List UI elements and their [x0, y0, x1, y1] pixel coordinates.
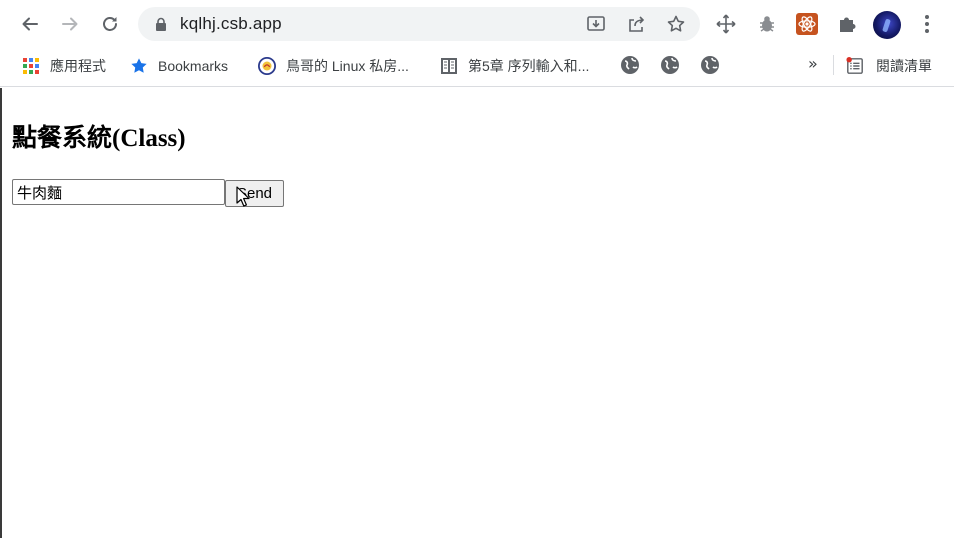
bookmark-bookmarks[interactable]: Bookmarks: [130, 55, 228, 77]
back-button[interactable]: [16, 10, 44, 38]
menu-kebab-icon[interactable]: [915, 12, 939, 36]
globe-icon[interactable]: [620, 55, 640, 75]
bookmark-label: 鳥哥的 Linux 私房...: [286, 58, 409, 74]
reload-icon: [103, 17, 117, 31]
bookmark-apps[interactable]: 應用程式: [22, 55, 106, 77]
send-button[interactable]: Send: [225, 180, 284, 207]
bookmarks-overflow-chevron[interactable]: »: [808, 54, 818, 73]
globe-icon[interactable]: [660, 55, 680, 75]
bookmark-vbird[interactable]: 鳥哥的 Linux 私房...: [258, 55, 409, 77]
reading-list-label: 閱讀清單: [876, 58, 932, 74]
book-icon: [440, 57, 458, 75]
reading-list-button[interactable]: 閱讀清單: [846, 55, 932, 77]
bookmark-chapter5[interactable]: 第5章 序列輸入和...: [440, 55, 589, 77]
reading-list-icon: [846, 57, 864, 75]
bookmark-label: 應用程式: [50, 58, 106, 74]
address-bar[interactable]: kqlhj.csb.app: [138, 7, 700, 41]
site-logo-icon: [258, 57, 276, 75]
order-input[interactable]: [12, 179, 225, 205]
window-edge: [0, 88, 2, 538]
bookmark-star-icon[interactable]: [666, 14, 686, 34]
apps-grid-icon: [22, 57, 40, 75]
profile-avatar[interactable]: [873, 11, 901, 39]
reload-button[interactable]: [96, 10, 124, 38]
share-icon[interactable]: [626, 14, 646, 34]
arrow-left-icon: [22, 17, 38, 31]
bookmark-label: Bookmarks: [158, 58, 229, 74]
forward-button[interactable]: [56, 10, 84, 38]
lock-icon: [156, 17, 166, 31]
browser-toolbar: kqlhj.csb.app: [0, 0, 954, 48]
react-devtools-extension-icon[interactable]: [795, 12, 819, 36]
install-app-icon[interactable]: [586, 14, 606, 34]
globe-icon[interactable]: [700, 55, 720, 75]
page-title: 點餐系統(Class): [12, 125, 186, 152]
move-extension-icon[interactable]: [714, 12, 738, 36]
star-icon: [130, 57, 148, 75]
bug-extension-icon[interactable]: [755, 12, 779, 36]
arrow-right-icon: [62, 17, 78, 31]
extensions-puzzle-icon[interactable]: [835, 12, 859, 36]
bookmark-label: 第5章 序列輸入和...: [468, 58, 590, 74]
mouse-cursor-icon: [236, 186, 250, 207]
url-text: kqlhj.csb.app: [180, 14, 282, 33]
bookmarks-divider: [833, 55, 834, 75]
